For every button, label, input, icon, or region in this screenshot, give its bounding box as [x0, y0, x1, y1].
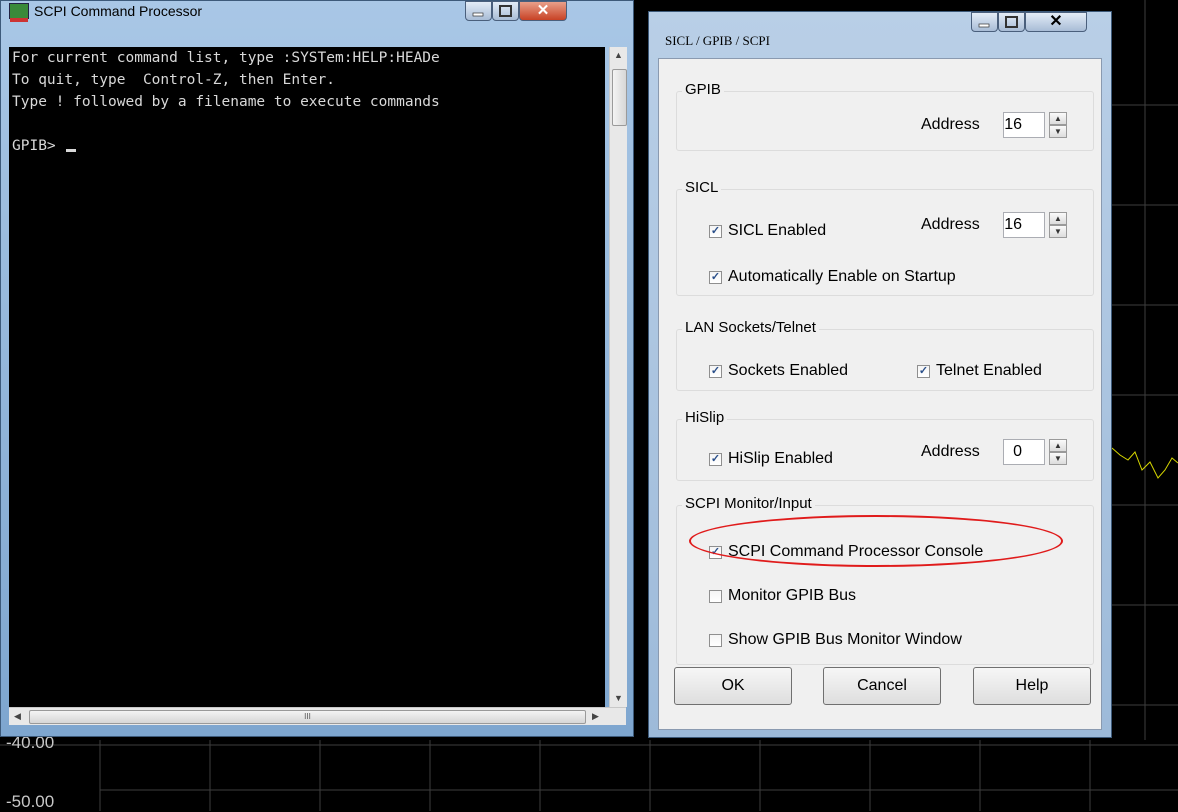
console-line: For current command list, type :SYSTem:H… [12, 50, 440, 66]
console-output[interactable]: For current command list, type :SYSTem:H… [9, 47, 605, 707]
gpib-group: GPIB Address 16 ▲ ▼ [676, 81, 1094, 151]
console-prompt: GPIB> [12, 138, 65, 154]
telnet-enabled-checkbox[interactable]: ✓ Telnet Enabled [917, 362, 1042, 380]
spin-down-icon[interactable]: ▼ [1049, 225, 1067, 238]
close-icon: ✕ [536, 2, 550, 19]
spin-up-icon[interactable]: ▲ [1049, 112, 1067, 125]
sockets-enabled-checkbox[interactable]: ✓ Sockets Enabled [709, 362, 848, 380]
maximize-button[interactable] [492, 1, 519, 21]
console-prompt-line: GPIB> [12, 135, 605, 157]
sicl-address-spinner[interactable]: ▲ ▼ [1049, 212, 1067, 238]
scroll-thumb[interactable]: III [29, 710, 586, 724]
console-line: To quit, type Control-Z, then Enter. [12, 72, 336, 88]
checkbox-checked-icon: ✓ [709, 270, 722, 284]
maximize-icon [499, 5, 512, 17]
maximize-button[interactable] [998, 12, 1025, 32]
checkbox-label: Monitor GPIB Bus [728, 587, 857, 604]
spin-up-icon[interactable]: ▲ [1049, 439, 1067, 452]
minimize-icon [472, 12, 484, 17]
minimize-icon [978, 23, 990, 28]
console-line: Type ! followed by a filename to execute… [12, 94, 440, 110]
checkbox-checked-icon: ✓ [709, 545, 722, 559]
checkbox-label: Telnet Enabled [936, 362, 1042, 379]
app-icon [9, 3, 29, 22]
close-icon: ✕ [1049, 13, 1063, 30]
checkbox-checked-icon: ✓ [917, 364, 930, 378]
console-window: SCPI Command Processor ✕ For current com… [0, 0, 634, 737]
sicl-address-label: Address [921, 216, 980, 233]
ok-button[interactable]: OK [674, 667, 792, 705]
checkbox-label: Automatically Enable on Startup [728, 268, 956, 285]
console-window-title: SCPI Command Processor [34, 3, 203, 19]
gpib-address-label: Address [921, 116, 980, 133]
group-label: LAN Sockets/Telnet [682, 319, 819, 336]
scroll-down-arrow-icon[interactable]: ▼ [610, 690, 627, 707]
horizontal-scrollbar[interactable]: ◀ III ▶ [9, 707, 626, 725]
checkbox-checked-icon: ✓ [709, 364, 722, 378]
checkbox-checked-icon: ✓ [709, 224, 722, 238]
monitor-gpib-bus-checkbox[interactable]: Monitor GPIB Bus [709, 587, 856, 605]
hislip-group: HiSlip ✓ HiSlip Enabled Address 0 ▲ ▼ [676, 409, 1094, 481]
hislip-address-label: Address [921, 443, 980, 460]
close-button[interactable]: ✕ [519, 1, 567, 21]
auto-enable-checkbox[interactable]: ✓ Automatically Enable on Startup [709, 268, 956, 286]
sicl-address-input[interactable]: 16 [1003, 212, 1045, 238]
sicl-gpib-scpi-dialog: SICL / GPIB / SCPI ✕ GPIB Address 16 ▲ ▼… [648, 11, 1112, 738]
show-gpib-monitor-checkbox[interactable]: Show GPIB Bus Monitor Window [709, 631, 962, 649]
scroll-thumb[interactable] [612, 69, 627, 126]
maximize-icon [1005, 16, 1018, 28]
dialog-title: SICL / GPIB / SCPI [665, 33, 770, 48]
minimize-button[interactable] [465, 1, 492, 21]
vertical-scrollbar[interactable]: ▲ ▼ [609, 47, 627, 707]
spin-up-icon[interactable]: ▲ [1049, 212, 1067, 225]
sicl-enabled-checkbox[interactable]: ✓ SICL Enabled [709, 222, 826, 240]
checkbox-checked-icon: ✓ [709, 452, 722, 466]
scroll-left-arrow-icon[interactable]: ◀ [9, 708, 26, 725]
spin-down-icon[interactable]: ▼ [1049, 125, 1067, 138]
checkbox-unchecked-icon [709, 633, 722, 647]
checkbox-unchecked-icon [709, 589, 722, 603]
scpi-monitor-input-group: SCPI Monitor/Input ✓ SCPI Command Proces… [676, 495, 1094, 665]
scroll-grip: III [304, 712, 311, 721]
lan-sockets-telnet-group: LAN Sockets/Telnet ✓ Sockets Enabled ✓ T… [676, 319, 1094, 391]
group-label: SCPI Monitor/Input [682, 495, 815, 512]
group-label: GPIB [682, 81, 724, 98]
group-label: HiSlip [682, 409, 728, 426]
checkbox-label: SICL Enabled [728, 222, 827, 239]
group-label: SICL [682, 179, 722, 196]
text-cursor [66, 149, 77, 152]
hislip-address-spinner[interactable]: ▲ ▼ [1049, 439, 1067, 465]
scroll-right-arrow-icon[interactable]: ▶ [587, 708, 604, 725]
sicl-group: SICL ✓ SICL Enabled Address 16 ▲ ▼ ✓ Aut… [676, 179, 1094, 296]
scpi-console-checkbox[interactable]: ✓ SCPI Command Processor Console [709, 543, 983, 561]
close-button[interactable]: ✕ [1025, 12, 1087, 32]
hislip-enabled-checkbox[interactable]: ✓ HiSlip Enabled [709, 450, 833, 468]
checkbox-label: Show GPIB Bus Monitor Window [728, 631, 962, 648]
checkbox-label: Sockets Enabled [728, 362, 849, 379]
checkbox-label: SCPI Command Processor Console [728, 543, 984, 560]
y-axis-label: -50.00 [6, 792, 55, 811]
scroll-up-arrow-icon[interactable]: ▲ [610, 47, 627, 64]
gpib-address-input[interactable]: 16 [1003, 112, 1045, 138]
checkbox-label: HiSlip Enabled [728, 450, 833, 467]
minimize-button[interactable] [971, 12, 998, 32]
help-button[interactable]: Help [973, 667, 1091, 705]
gpib-address-spinner[interactable]: ▲ ▼ [1049, 112, 1067, 138]
hislip-address-input[interactable]: 0 [1003, 439, 1045, 465]
dialog-body: GPIB Address 16 ▲ ▼ SICL ✓ SICL Enabled … [658, 58, 1102, 730]
cancel-button[interactable]: Cancel [823, 667, 941, 705]
spin-down-icon[interactable]: ▼ [1049, 452, 1067, 465]
